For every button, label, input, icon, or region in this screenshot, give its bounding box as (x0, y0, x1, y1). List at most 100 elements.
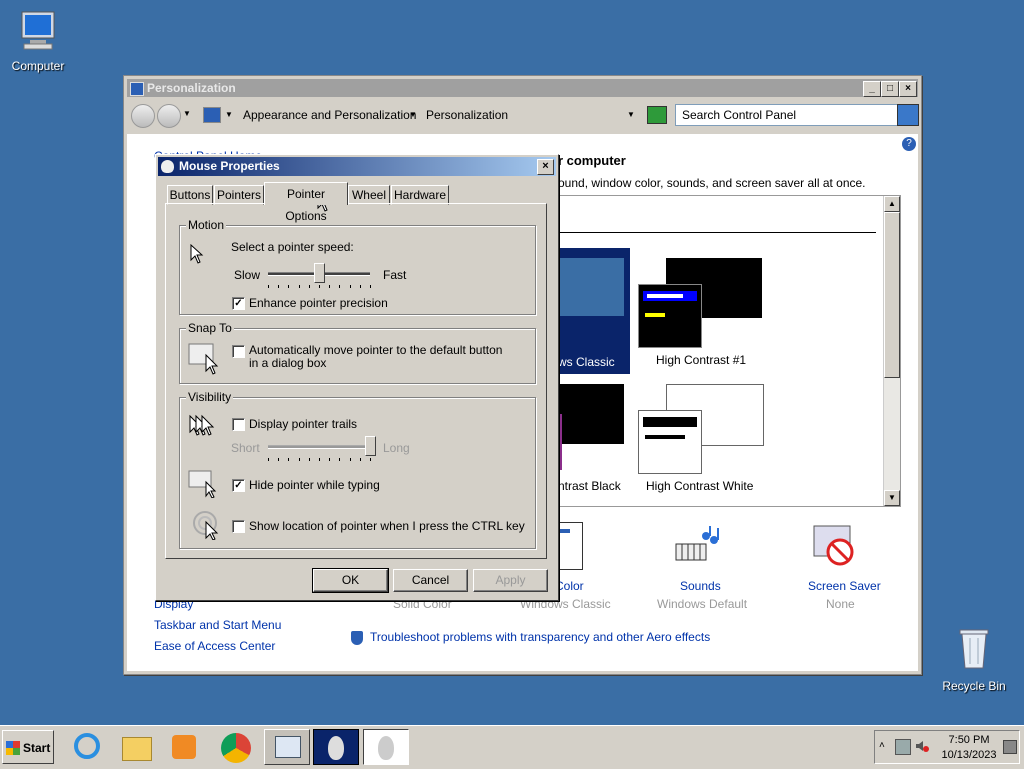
mouse-icon (328, 736, 344, 760)
desktop-icon-computer[interactable]: Computer (0, 10, 76, 73)
window-color-icon (557, 522, 583, 570)
motion-group-label: Motion (186, 218, 227, 232)
system-tray: ˄ 7:50 PM 10/13/2023 (874, 730, 1020, 764)
taskbar-mouse-active[interactable] (363, 729, 409, 765)
slider-tick (359, 458, 361, 461)
network-icon[interactable] (895, 739, 911, 755)
chrome-icon (221, 733, 251, 763)
address-dropdown-icon[interactable]: ▼ (627, 104, 635, 126)
maximize-button[interactable]: □ (881, 81, 899, 97)
breadcrumb-item[interactable]: Personalization (426, 104, 508, 126)
page-heading: ur computer (550, 153, 626, 168)
taskbar-media-player[interactable] (164, 729, 204, 765)
troubleshoot-link[interactable]: Troubleshoot problems with transparency … (370, 630, 710, 644)
start-button[interactable]: Start (2, 730, 54, 764)
screen-saver-item[interactable]: Screen Saver None (792, 522, 902, 612)
slider-tick (278, 458, 280, 461)
close-button[interactable]: × (899, 81, 917, 97)
desktop-icon-recycle-bin[interactable]: Recycle Bin (936, 624, 1012, 693)
theme-windows-classic[interactable]: ws Classic (558, 248, 630, 374)
motion-group: Motion Select a pointer speed: Slow Fast… (179, 218, 536, 315)
theme-high-contrast-1[interactable]: High Contrast #1 (638, 258, 768, 368)
pointer-trails-label: Display pointer trails (249, 417, 358, 431)
theme-high-contrast-white[interactable]: High Contrast White (638, 384, 768, 494)
slider-tick (308, 458, 310, 461)
ctrl-locate-icon (193, 511, 219, 540)
minimize-button[interactable]: _ (863, 81, 881, 97)
sounds-item[interactable]: Sounds Windows Default (642, 522, 752, 612)
tab-pointers[interactable]: Pointers (214, 185, 264, 205)
enhance-precision-checkbox[interactable]: ✓ (232, 297, 245, 310)
show-desktop-icon[interactable] (1003, 740, 1017, 754)
chevron-down-icon: ▼ (225, 110, 233, 119)
search-icon[interactable] (897, 104, 919, 126)
slider-tick (308, 285, 310, 288)
tab-buttons[interactable]: Buttons (167, 185, 213, 205)
dialog-title: Mouse Properties (179, 159, 280, 173)
refresh-icon[interactable] (647, 106, 667, 124)
dialog-close-button[interactable]: × (537, 159, 554, 175)
pointer-speed-slider[interactable] (314, 263, 325, 283)
theme-high-contrast-black[interactable]: ntrast Black (558, 384, 630, 493)
back-button[interactable] (131, 104, 155, 128)
pointer-trails-checkbox[interactable] (232, 418, 245, 431)
scroll-thumb[interactable] (884, 212, 900, 378)
snap-to-icon (188, 343, 219, 375)
slider-tick (319, 458, 320, 461)
slider-tick (268, 285, 269, 288)
breadcrumb-item[interactable]: Appearance and Personalization (243, 104, 416, 126)
recycle-bin-label: Recycle Bin (942, 679, 1006, 693)
visibility-group-label: Visibility (186, 390, 234, 404)
slider-tick (298, 285, 300, 288)
trail-length-track (268, 445, 370, 449)
theme-list-scrollbar[interactable]: ▲ ▼ (883, 196, 900, 506)
ctrl-locate-checkbox[interactable] (232, 520, 245, 533)
hide-while-typing-checkbox[interactable]: ✓ (232, 479, 245, 492)
taskbar-control-panel[interactable] (264, 729, 310, 765)
address-bar[interactable]: ▼ Appearance and Personalization ▼ Perso… (199, 104, 639, 126)
taskbar-file-explorer[interactable] (116, 729, 156, 765)
slider-tick (370, 285, 371, 288)
slider-tick (349, 458, 351, 461)
hide-while-typing-label: Hide pointer while typing (249, 478, 380, 492)
scroll-down-button[interactable]: ▼ (884, 490, 900, 506)
tab-wheel[interactable]: Wheel (348, 185, 390, 205)
tab-pointer-options[interactable]: Pointer Options (264, 182, 348, 223)
control-panel-icon (130, 82, 144, 96)
apply-button[interactable]: Apply (473, 569, 548, 592)
recycle-bin-icon (959, 629, 989, 669)
search-input[interactable]: Search Control Panel (675, 104, 901, 126)
screen-saver-sub: None (826, 597, 855, 611)
clock-date[interactable]: 10/13/2023 (939, 749, 999, 761)
window-titlebar[interactable]: Personalization _ □ × (127, 79, 918, 97)
theme-label: High Contrast #1 (656, 353, 747, 367)
dialog-titlebar[interactable]: Mouse Properties × (158, 157, 556, 176)
mouse-icon (161, 160, 174, 173)
slow-label: Slow (234, 268, 261, 282)
tab-hardware[interactable]: Hardware (391, 185, 449, 205)
screen-saver-label[interactable]: Screen Saver (808, 579, 881, 593)
forward-button[interactable] (157, 104, 181, 128)
snap-to-checkbox[interactable] (232, 345, 245, 358)
folder-icon (122, 737, 152, 761)
taskbar-internet-explorer[interactable] (68, 729, 108, 765)
scroll-up-button[interactable]: ▲ (884, 196, 900, 212)
cancel-button[interactable]: Cancel (393, 569, 468, 592)
ease-of-access-link[interactable]: Ease of Access Center (154, 639, 275, 653)
trail-length-slider[interactable] (365, 436, 376, 456)
slider-tick (339, 458, 341, 461)
help-icon[interactable]: ? (902, 137, 916, 151)
taskbar-start-menu-link[interactable]: Taskbar and Start Menu (154, 618, 281, 632)
taskbar-chrome[interactable] (216, 729, 256, 765)
show-hidden-icons-icon[interactable]: ˄ (879, 740, 885, 751)
computer-icon (21, 11, 55, 50)
mouse-icon (378, 736, 394, 760)
volume-muted-icon[interactable] (915, 739, 929, 753)
slider-tick (370, 458, 371, 461)
clock-time[interactable]: 7:50 PM (939, 734, 999, 746)
ok-button[interactable]: OK (312, 568, 389, 593)
ctrl-locate-label: Show location of pointer when I press th… (249, 519, 525, 533)
recent-pages-icon[interactable]: ▼ (183, 109, 191, 118)
taskbar-mouse-properties[interactable] (313, 729, 359, 765)
sounds-label[interactable]: Sounds (680, 579, 721, 593)
